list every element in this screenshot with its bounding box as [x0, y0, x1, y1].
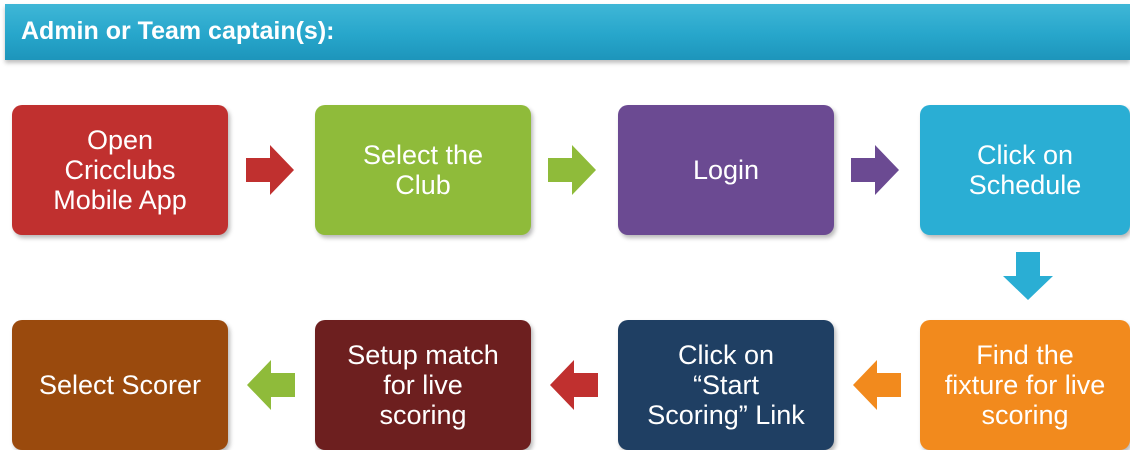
step-setup-match: Setup match for live scoring [315, 320, 531, 450]
arrow-right-icon [548, 145, 596, 195]
arrow-down-icon [1003, 252, 1053, 300]
arrow-left-icon [247, 360, 295, 410]
step-label: Click on “Start Scoring” Link [647, 340, 805, 430]
arrow-right-icon [246, 145, 294, 195]
step-label: Setup match for live scoring [347, 340, 499, 430]
step-open-app: Open Cricclubs Mobile App [12, 105, 228, 235]
arrow-left-icon [550, 360, 598, 410]
step-label: Find the fixture for live scoring [944, 340, 1106, 430]
step-label: Click on Schedule [968, 140, 1082, 200]
page-title: Admin or Team captain(s): [21, 17, 335, 45]
step-select-scorer: Select Scorer [12, 320, 228, 450]
step-click-schedule: Click on Schedule [920, 105, 1130, 235]
header-bar: Admin or Team captain(s): [5, 4, 1130, 60]
arrow-right-icon [851, 145, 899, 195]
step-label: Select the Club [362, 140, 484, 200]
step-start-scoring-link: Click on “Start Scoring” Link [618, 320, 834, 450]
arrow-left-icon [853, 360, 901, 410]
step-find-fixture: Find the fixture for live scoring [920, 320, 1130, 450]
step-label: Login [692, 155, 760, 185]
step-label: Select Scorer [38, 370, 202, 400]
step-label: Open Cricclubs Mobile App [53, 125, 187, 215]
step-login: Login [618, 105, 834, 235]
step-select-club: Select the Club [315, 105, 531, 235]
